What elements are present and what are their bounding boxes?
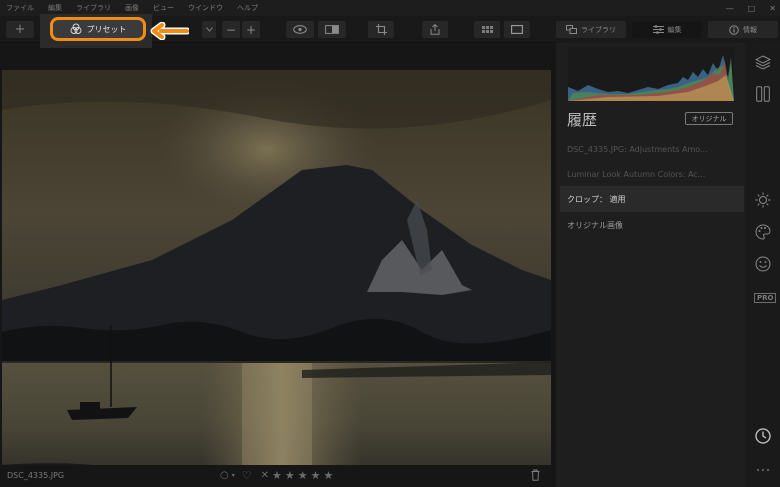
preview-eye-button[interactable] xyxy=(286,21,314,38)
color-label-icon[interactable]: ○ xyxy=(220,470,229,481)
status-bar: DSC_4335.JPG ○ ▾ ♡ ✕ ★ ★ ★ ★ ★ xyxy=(0,465,556,487)
chevron-down-icon[interactable]: ▾ xyxy=(232,472,235,479)
tab-edit[interactable]: 編集 xyxy=(632,21,702,38)
info-icon xyxy=(729,24,739,35)
image-canvas[interactable] xyxy=(0,43,556,480)
close-button[interactable]: ✕ xyxy=(769,4,776,13)
tab-edit-label: 編集 xyxy=(667,25,682,34)
history-clock-icon[interactable] xyxy=(753,426,773,446)
pointer-arrow-icon xyxy=(150,22,189,40)
menu-window[interactable]: ウインドウ xyxy=(181,0,230,16)
trash-icon[interactable] xyxy=(531,469,540,481)
preset-button-label: プリセット xyxy=(86,24,127,34)
menu-file[interactable]: ファイル xyxy=(0,0,41,16)
single-image-icon xyxy=(511,25,523,34)
chevron-down-icon xyxy=(205,27,213,32)
history-item-active[interactable]: クロップ： 適用 xyxy=(560,186,744,212)
library-icon xyxy=(566,25,577,34)
eye-icon xyxy=(293,25,307,34)
histogram xyxy=(568,47,734,101)
original-button[interactable]: オリジナル xyxy=(685,112,733,125)
star-4[interactable]: ★ xyxy=(311,469,321,482)
panel-tabs: ライブラリ 編集 情報 xyxy=(556,16,780,43)
menu-help[interactable]: ヘルプ xyxy=(230,0,265,16)
compare-button[interactable] xyxy=(318,21,346,38)
tab-info[interactable]: 情報 xyxy=(708,21,778,38)
share-button[interactable] xyxy=(422,21,448,38)
compare-icon xyxy=(325,25,339,34)
star-3[interactable]: ★ xyxy=(298,469,308,482)
plus-icon: + xyxy=(14,22,26,37)
palette-creative-icon[interactable] xyxy=(753,222,773,242)
star-1[interactable]: ★ xyxy=(272,469,282,482)
file-name: DSC_4335.JPG xyxy=(7,471,65,480)
presets-icon xyxy=(70,23,81,34)
smiley-portrait-icon[interactable] xyxy=(753,254,773,274)
zoom-out-button[interactable]: − xyxy=(222,21,240,38)
preset-button[interactable]: プリセット xyxy=(50,17,146,41)
photo-preview xyxy=(2,70,551,480)
history-title: 履歴 xyxy=(567,111,598,129)
minimize-button[interactable]: — xyxy=(726,4,734,13)
reject-icon[interactable]: ✕ xyxy=(261,470,269,481)
history-item[interactable]: Luminar Look Autumn Colors: Ac... xyxy=(560,161,744,187)
crop-button[interactable] xyxy=(368,21,394,38)
compare-panels-icon[interactable] xyxy=(753,84,773,104)
history-panel: 履歴 オリジナル DSC_4335.JPG: Adjustments Amo..… xyxy=(556,43,746,487)
more-options-icon[interactable] xyxy=(753,460,773,480)
window-controls: — □ ✕ xyxy=(726,0,776,16)
rating-bar: ○ ▾ ♡ ✕ ★ ★ ★ ★ ★ xyxy=(220,469,333,482)
single-view-button[interactable] xyxy=(504,21,530,38)
history-item[interactable]: DSC_4335.JPG: Adjustments Amo... xyxy=(560,136,744,162)
sliders-icon xyxy=(652,25,664,34)
tab-library[interactable]: ライブラリ xyxy=(556,21,626,38)
tab-library-label: ライブラリ xyxy=(581,25,616,34)
history-item[interactable]: オリジナル画像 xyxy=(560,212,744,238)
minus-icon: − xyxy=(225,22,237,37)
tab-info-label: 情報 xyxy=(743,25,757,34)
favorite-heart-icon[interactable]: ♡ xyxy=(242,469,252,482)
crop-icon xyxy=(375,24,387,35)
zoom-in-button[interactable]: + xyxy=(242,21,260,38)
preset-dropdown-toggle[interactable] xyxy=(202,21,216,38)
add-button[interactable]: + xyxy=(6,21,34,38)
tool-strip: PRO xyxy=(746,43,780,487)
share-icon xyxy=(430,24,440,35)
plus-icon: + xyxy=(245,22,257,37)
maximize-button[interactable]: □ xyxy=(748,4,756,13)
layers-icon[interactable] xyxy=(753,52,773,72)
star-5[interactable]: ★ xyxy=(324,469,334,482)
grid-icon xyxy=(481,26,493,33)
star-2[interactable]: ★ xyxy=(285,469,295,482)
sun-essentials-icon[interactable] xyxy=(753,190,773,210)
grid-view-button[interactable] xyxy=(474,21,500,38)
pro-badge[interactable]: PRO xyxy=(754,293,777,303)
